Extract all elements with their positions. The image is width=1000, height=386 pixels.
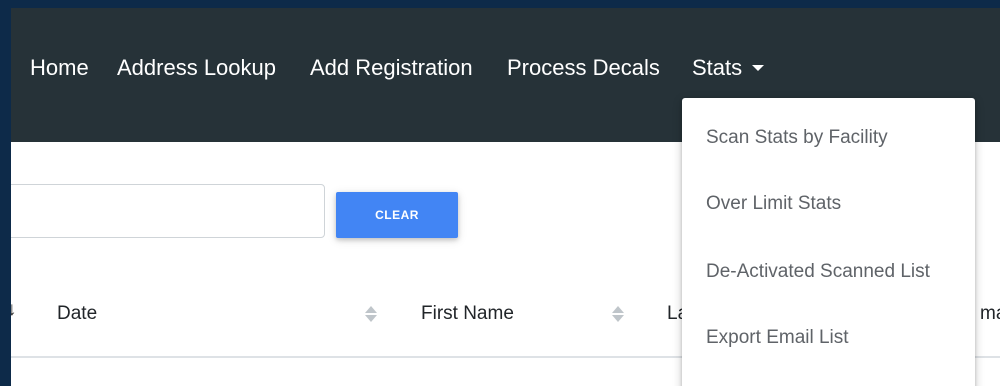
nav-address-lookup-link[interactable]: Address Lookup bbox=[117, 53, 276, 83]
nav-stats-dropdown-toggle[interactable]: Stats bbox=[692, 53, 765, 83]
menu-item-scan-stats-by-facility[interactable]: Scan Stats by Facility bbox=[706, 125, 888, 151]
sort-icon[interactable] bbox=[365, 304, 377, 324]
column-header-partial[interactable]: ma bbox=[980, 302, 1000, 326]
app-window: Home Address Lookup Add Registration Pro… bbox=[11, 8, 1000, 386]
menu-item-over-limit-stats[interactable]: Over Limit Stats bbox=[706, 191, 841, 217]
menu-item-deactivated-scanned-list[interactable]: De-Activated Scanned List bbox=[706, 259, 930, 285]
nav-process-decals-link[interactable]: Process Decals bbox=[507, 53, 660, 83]
nav-stats-label: Stats bbox=[692, 55, 743, 80]
nav-add-registration-link[interactable]: Add Registration bbox=[310, 53, 473, 83]
sort-icon[interactable] bbox=[612, 304, 624, 324]
clear-button[interactable]: CLEAR bbox=[336, 192, 458, 238]
caret-down-icon bbox=[752, 65, 765, 71]
nav-home-link[interactable]: Home bbox=[30, 53, 89, 83]
partial-sort-icon: ↓ bbox=[11, 299, 17, 320]
menu-item-export-email-list[interactable]: Export Email List bbox=[706, 325, 849, 351]
column-header-first-name[interactable]: First Name bbox=[421, 302, 514, 326]
stats-dropdown-menu: Scan Stats by Facility Over Limit Stats … bbox=[682, 98, 975, 386]
search-input[interactable] bbox=[11, 184, 325, 238]
column-header-date[interactable]: Date bbox=[57, 302, 97, 326]
